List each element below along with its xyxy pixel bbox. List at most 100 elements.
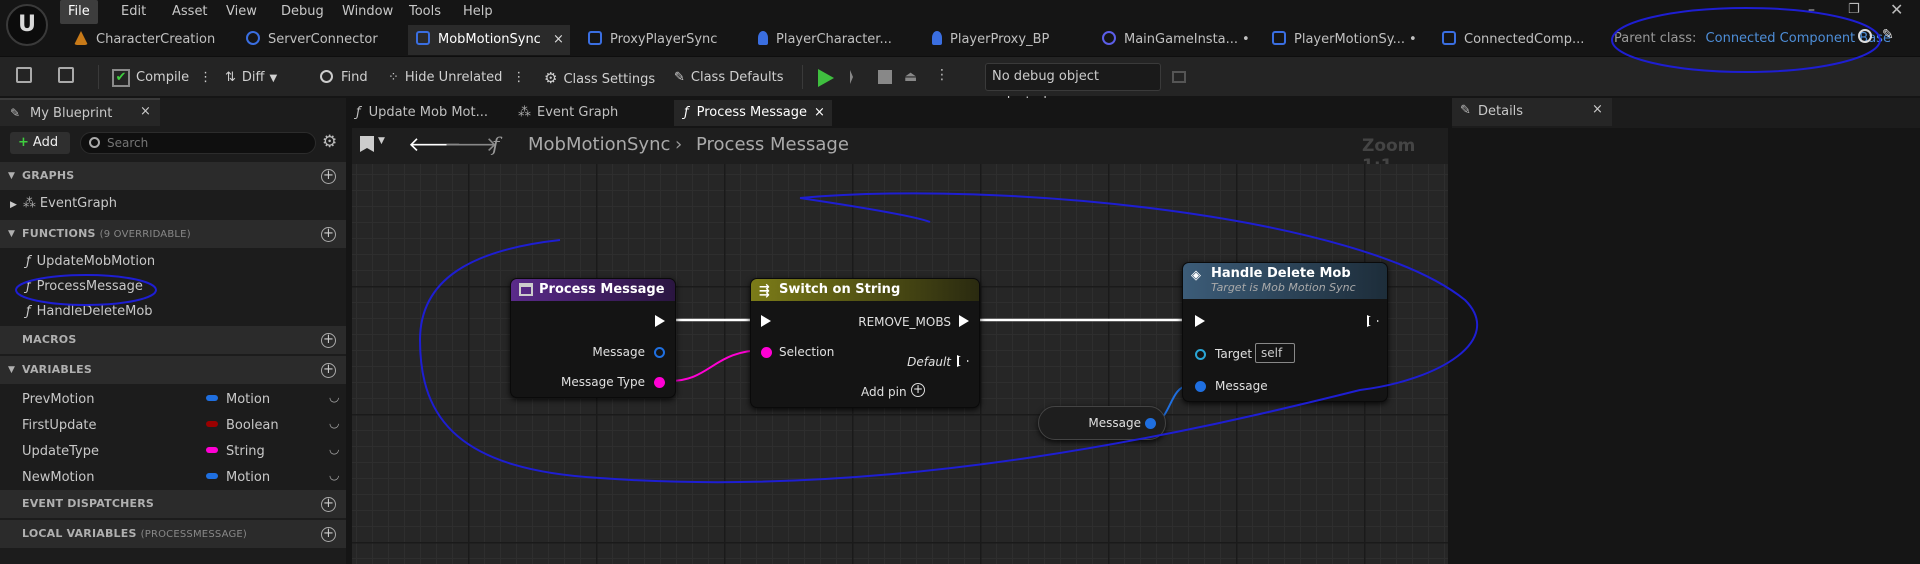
search-input[interactable] xyxy=(107,134,307,152)
message-out-pin[interactable] xyxy=(654,347,665,358)
node-handle-delete-mob[interactable]: ◈ Handle Delete Mob Target is Mob Motion… xyxy=(1182,262,1388,402)
add-variable-icon[interactable]: + xyxy=(321,363,336,378)
node-switch-on-string[interactable]: ⇶ Switch on String Selection REMOVE_MOBS… xyxy=(750,278,980,408)
menu-asset[interactable]: Asset xyxy=(164,0,216,24)
close-panel-icon[interactable]: × xyxy=(140,104,151,119)
settings-gear-icon[interactable]: ⚙ xyxy=(322,132,337,152)
more-options-icon[interactable]: ⋮ xyxy=(512,70,525,85)
edit-pencil-icon[interactable]: ✎ xyxy=(1882,27,1894,43)
add-function-icon[interactable]: + xyxy=(321,227,336,242)
close-window-icon[interactable]: ✕ xyxy=(1890,0,1903,19)
visibility-eye-icon[interactable]: ◡ xyxy=(329,416,339,430)
function-item-handle-delete-mob[interactable]: ƒ HandleDeleteMob xyxy=(26,304,153,319)
eject-icon[interactable]: ⏏ xyxy=(904,69,917,85)
tab-player-proxy-bp[interactable]: PlayerProxy_BP xyxy=(924,25,1084,55)
tab-mob-motion-sync[interactable]: MobMotionSync × xyxy=(408,25,570,55)
menu-tools[interactable]: Tools xyxy=(401,0,449,24)
visibility-eye-icon[interactable]: ◡ xyxy=(329,390,339,404)
hide-unrelated-button[interactable]: ⁘ Hide Unrelated ⋮ xyxy=(388,67,525,89)
message-var-out-pin[interactable] xyxy=(1145,418,1156,429)
add-local-variable-icon[interactable]: + xyxy=(321,527,336,542)
breadcrumb-root[interactable]: MobMotionSync xyxy=(528,134,670,155)
local-variables-section-header[interactable]: LOCAL VARIABLES (PROCESSMESSAGE) + xyxy=(0,520,346,548)
menu-file[interactable]: File xyxy=(60,0,98,24)
close-panel-icon[interactable]: × xyxy=(1592,102,1603,117)
more-options-icon[interactable]: ⋮ xyxy=(199,70,212,85)
variable-row[interactable]: NewMotion Motion ◡ xyxy=(0,466,346,492)
exec-in-pin[interactable] xyxy=(1195,315,1205,327)
browse-icon[interactable] xyxy=(58,67,74,83)
message-in-pin[interactable] xyxy=(1195,381,1206,392)
add-button[interactable]: + Add xyxy=(10,132,70,154)
restore-icon[interactable]: ❐ xyxy=(1848,2,1860,17)
menu-debug[interactable]: Debug xyxy=(273,0,332,24)
forward-arrow-icon[interactable]: 🡒 xyxy=(444,132,498,156)
minimize-icon[interactable]: – xyxy=(1808,2,1815,18)
tab-character-creation[interactable]: CharacterCreation xyxy=(66,25,226,55)
play-icon[interactable] xyxy=(818,69,834,87)
tab-proxy-player-sync[interactable]: ProxyPlayerSync xyxy=(580,25,740,55)
visibility-eye-icon[interactable]: ◡ xyxy=(329,468,339,482)
add-dispatcher-icon[interactable]: + xyxy=(321,497,336,512)
case-out-pin[interactable] xyxy=(959,315,969,327)
step-icon[interactable] xyxy=(850,70,864,84)
functions-section-header[interactable]: ▼ FUNCTIONS (9 OVERRIDABLE) + xyxy=(0,220,346,248)
class-settings-button[interactable]: ⚙ Class Settings xyxy=(544,67,655,89)
selection-in-pin[interactable] xyxy=(761,347,772,358)
tab-player-character[interactable]: PlayerCharacter... xyxy=(750,25,915,55)
compile-button[interactable]: ✔ Compile ⋮ xyxy=(112,67,212,89)
add-pin-icon[interactable]: + xyxy=(911,383,925,397)
close-tab-icon[interactable]: × xyxy=(553,25,564,55)
bookmark-icon[interactable] xyxy=(360,136,374,152)
node-process-message[interactable]: Process Message Message Message Type xyxy=(510,278,676,398)
exec-out-pin[interactable] xyxy=(1367,315,1379,327)
diff-button[interactable]: ⇅ Diff ▼ xyxy=(225,67,277,89)
tab-process-message[interactable]: ƒ Process Message × xyxy=(674,100,832,126)
add-graph-icon[interactable]: + xyxy=(321,169,336,184)
class-defaults-button[interactable]: ✎ Class Defaults xyxy=(674,67,784,89)
close-tab-icon[interactable]: × xyxy=(814,100,825,126)
menu-edit[interactable]: Edit xyxy=(113,0,154,24)
exec-out-pin[interactable] xyxy=(655,315,665,327)
search-icon[interactable] xyxy=(1858,29,1872,43)
unreal-logo[interactable]: U xyxy=(6,4,48,46)
tab-main-game-instance[interactable]: MainGameInsta... • xyxy=(1094,25,1259,55)
event-dispatchers-section-header[interactable]: EVENT DISPATCHERS + xyxy=(0,490,346,518)
menu-help[interactable]: Help xyxy=(455,0,501,24)
function-item-update-mob-motion[interactable]: ƒ UpdateMobMotion xyxy=(26,254,155,269)
search-field[interactable] xyxy=(80,132,316,154)
target-self-field[interactable]: self xyxy=(1255,343,1295,363)
variable-row[interactable]: UpdateType String ◡ xyxy=(0,440,346,466)
graphs-section-header[interactable]: ▼ GRAPHS + xyxy=(0,162,346,190)
default-out-pin[interactable] xyxy=(957,355,969,367)
macros-section-header[interactable]: MACROS + xyxy=(0,326,346,354)
debug-object-select[interactable]: No debug object selected▼ xyxy=(985,63,1161,110)
variable-row[interactable]: FirstUpdate Boolean ◡ xyxy=(0,414,346,440)
tab-player-motion-sync[interactable]: PlayerMotionSy... • xyxy=(1264,25,1429,55)
variable-row[interactable]: PrevMotion Motion ◡ xyxy=(0,388,346,414)
variable-type[interactable]: String xyxy=(206,444,265,459)
tab-server-connector[interactable]: ServerConnector xyxy=(238,25,398,55)
stop-icon[interactable] xyxy=(878,70,892,84)
visibility-eye-icon[interactable]: ◡ xyxy=(329,442,339,456)
debug-filter-icon[interactable] xyxy=(1172,71,1186,83)
menu-view[interactable]: View xyxy=(218,0,265,24)
chevron-down-icon[interactable]: ▼ xyxy=(378,136,385,146)
save-icon[interactable] xyxy=(16,67,32,83)
variables-section-header[interactable]: ▼ VARIABLES + xyxy=(0,356,346,384)
exec-in-pin[interactable] xyxy=(761,315,771,327)
tab-event-graph[interactable]: ⁂ Event Graph xyxy=(518,100,618,126)
graph-canvas[interactable]: Process Message Message Message Type ⇶ S… xyxy=(352,164,1448,564)
details-tab[interactable]: ✎ Details × xyxy=(1452,98,1612,126)
tab-connected-component[interactable]: ConnectedComp... xyxy=(1434,25,1604,55)
menu-window[interactable]: Window xyxy=(334,0,401,24)
my-blueprint-tab[interactable]: ✎ My Blueprint × xyxy=(0,98,160,126)
target-in-pin[interactable] xyxy=(1195,349,1206,360)
variable-type[interactable]: Motion xyxy=(206,470,270,485)
tab-update-mob-motion[interactable]: ƒ Update Mob Mot... xyxy=(356,100,488,126)
graph-item-eventgraph[interactable]: ▶ ⁂ EventGraph xyxy=(10,196,117,211)
node-message-getter[interactable]: Message xyxy=(1038,406,1166,440)
message-type-out-pin[interactable] xyxy=(654,377,665,388)
variable-type[interactable]: Boolean xyxy=(206,418,279,433)
function-item-process-message[interactable]: ƒ ProcessMessage xyxy=(26,279,143,294)
